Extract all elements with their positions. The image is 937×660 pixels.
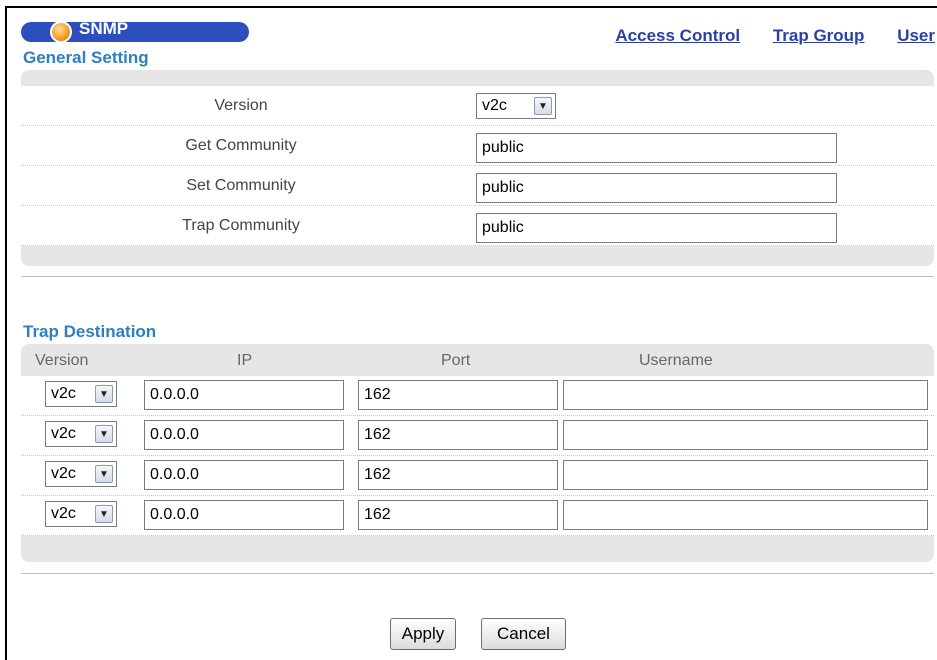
table-row: v2c ▼ 0.0.0.0 162 — [21, 456, 934, 496]
column-header-port: Port — [441, 352, 471, 369]
apply-button[interactable]: Apply — [390, 618, 456, 650]
trap-community-label: Trap Community — [182, 217, 300, 234]
column-header-username: Username — [639, 352, 713, 369]
trap-version-value: v2c — [51, 385, 76, 402]
get-community-row: Get Community public — [21, 126, 934, 166]
trap-ip-input[interactable]: 0.0.0.0 — [144, 420, 344, 450]
table-row: v2c ▼ 0.0.0.0 162 — [21, 376, 934, 416]
table-row: v2c ▼ 0.0.0.0 162 — [21, 416, 934, 456]
trap-ip-input[interactable]: 0.0.0.0 — [144, 460, 344, 490]
column-header-ip: IP — [237, 352, 253, 369]
trap-username-input[interactable] — [563, 420, 928, 450]
trap-version-select[interactable]: v2c ▼ — [45, 461, 117, 487]
get-community-input[interactable]: public — [476, 133, 837, 163]
general-setting-title: General Setting — [23, 48, 149, 67]
trap-port-input[interactable]: 162 — [358, 420, 558, 450]
trap-version-select[interactable]: v2c ▼ — [45, 421, 117, 447]
trap-version-value: v2c — [51, 465, 76, 482]
trap-version-value: v2c — [51, 425, 76, 442]
trap-destination-table: v2c ▼ 0.0.0.0 162 v2c ▼ 0.0.0.0 162 v2c ▼ 0… — [21, 376, 934, 536]
set-community-input[interactable]: public — [476, 173, 837, 203]
chevron-down-icon[interactable]: ▼ — [95, 465, 113, 483]
set-community-row: Set Community public — [21, 166, 934, 206]
trap-destination-panel: Version IP Port Username v2c ▼ 0.0.0.0 16… — [21, 344, 934, 562]
section-divider — [21, 276, 934, 277]
page-title: SNMP — [79, 19, 129, 38]
chevron-down-icon[interactable]: ▼ — [95, 425, 113, 443]
cancel-button[interactable]: Cancel — [481, 618, 566, 650]
version-select-value: v2c — [482, 97, 507, 114]
general-setting-panel: Version v2c ▼ Get Community public Set C… — [21, 70, 934, 266]
trap-community-input[interactable]: public — [476, 213, 837, 243]
top-links: Access Control Trap Group User — [587, 26, 935, 46]
section-divider — [21, 573, 934, 574]
trap-destination-title: Trap Destination — [23, 322, 157, 341]
trap-username-input[interactable] — [563, 500, 928, 530]
chevron-down-icon[interactable]: ▼ — [534, 97, 552, 115]
version-label: Version — [214, 97, 268, 114]
version-row: Version v2c ▼ — [21, 86, 934, 126]
set-community-label: Set Community — [186, 177, 296, 194]
trap-ip-input[interactable]: 0.0.0.0 — [144, 380, 344, 410]
chevron-down-icon[interactable]: ▼ — [95, 385, 113, 403]
trap-version-select[interactable]: v2c ▼ — [45, 381, 117, 407]
chevron-down-icon[interactable]: ▼ — [95, 505, 113, 523]
snmp-title-pill: SNMP — [21, 19, 249, 43]
trap-username-input[interactable] — [563, 380, 928, 410]
trap-version-select[interactable]: v2c ▼ — [45, 501, 117, 527]
table-row: v2c ▼ 0.0.0.0 162 — [21, 496, 934, 536]
trap-group-link[interactable]: Trap Group — [773, 26, 865, 45]
trap-ip-input[interactable]: 0.0.0.0 — [144, 500, 344, 530]
trap-port-input[interactable]: 162 — [358, 460, 558, 490]
trap-version-value: v2c — [51, 505, 76, 522]
get-community-label: Get Community — [185, 137, 297, 154]
trap-username-input[interactable] — [563, 460, 928, 490]
column-header-version: Version — [35, 352, 89, 369]
trap-community-row: Trap Community public — [21, 206, 934, 246]
snmp-window: SNMP Access Control Trap Group User Gene… — [5, 6, 937, 660]
version-select[interactable]: v2c ▼ — [476, 93, 556, 119]
trap-port-input[interactable]: 162 — [358, 500, 558, 530]
general-setting-table: Version v2c ▼ Get Community public Set C… — [21, 86, 934, 246]
user-link[interactable]: User — [897, 26, 935, 45]
status-dot-icon — [50, 21, 72, 43]
trap-port-input[interactable]: 162 — [358, 380, 558, 410]
access-control-link[interactable]: Access Control — [615, 26, 740, 45]
